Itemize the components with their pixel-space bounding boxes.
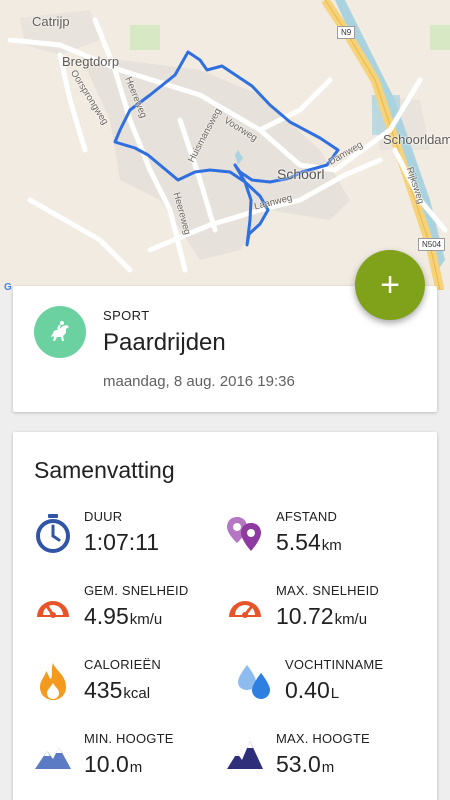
summary-title: Samenvatting	[34, 457, 175, 483]
stat-value: 1:07:11	[84, 529, 160, 555]
horse-riding-icon	[34, 306, 86, 358]
stat-value: 435kcal	[84, 677, 151, 703]
map-attribution: G	[4, 282, 12, 290]
stat-max-altitude: MAX. HOOGTE 53.0m	[226, 731, 426, 787]
stat-label: MAX. HOOGTE	[276, 731, 370, 746]
mountain-high-icon	[226, 735, 264, 775]
activity-type-label: SPORT	[103, 308, 150, 323]
speedometer-max-icon	[226, 587, 264, 627]
stat-label: DUUR	[84, 509, 123, 524]
add-button[interactable]: +	[355, 250, 425, 320]
route-map[interactable]: Catrijp Bregtdorp Schoorl Schoorldam Oor…	[0, 0, 450, 290]
stat-value: 5.54km	[276, 529, 342, 555]
flame-icon	[34, 661, 72, 701]
activity-sport-name: Paardrijden	[103, 329, 226, 356]
stat-min-altitude: MIN. HOOGTE 10.0m	[34, 731, 234, 787]
stat-avg-speed: GEM. SNELHEID 4.95km/u	[34, 583, 234, 639]
stat-label: CALORIEËN	[84, 657, 161, 672]
stat-label: MIN. HOOGTE	[84, 731, 174, 746]
mountain-low-icon	[34, 735, 72, 775]
stat-label: AFSTAND	[276, 509, 338, 524]
speedometer-icon	[34, 587, 72, 627]
stat-label: GEM. SNELHEID	[84, 583, 189, 598]
stat-max-speed: MAX. SNELHEID 10.72km/u	[226, 583, 426, 639]
location-pins-icon	[226, 513, 264, 553]
map-place-label: Schoorl	[277, 166, 325, 182]
stat-label: MAX. SNELHEID	[276, 583, 380, 598]
stopwatch-icon	[34, 513, 72, 553]
stat-distance: AFSTAND 5.54km	[226, 509, 426, 565]
stat-value: 0.40L	[285, 677, 340, 703]
summary-card: Samenvatting DUUR 1:07:11 AFSTAND 5.54km	[13, 432, 437, 800]
stat-hydration: VOCHTINNAME 0.40L	[235, 657, 435, 713]
stat-value: 4.95km/u	[84, 603, 163, 629]
stat-value: 10.72km/u	[276, 603, 368, 629]
map-place-label: Bregtdorp	[62, 54, 120, 69]
road-shield-n504: N504	[418, 238, 446, 251]
plus-icon: +	[380, 265, 400, 304]
road-shield-n9: N9	[337, 26, 356, 39]
activity-datetime: maandag, 8 aug. 2016 19:36	[103, 373, 295, 390]
stat-label: VOCHTINNAME	[285, 657, 384, 672]
map-attribution: gle	[436, 288, 448, 290]
stat-value: 10.0m	[84, 751, 143, 777]
stat-duration: DUUR 1:07:11	[34, 509, 234, 565]
stat-value: 53.0m	[276, 751, 335, 777]
map-place-label: Schoorldam	[383, 132, 450, 147]
stat-calories: CALORIEËN 435kcal	[34, 657, 234, 713]
map-place-label: Catrijp	[32, 14, 70, 29]
water-drops-icon	[235, 661, 273, 701]
